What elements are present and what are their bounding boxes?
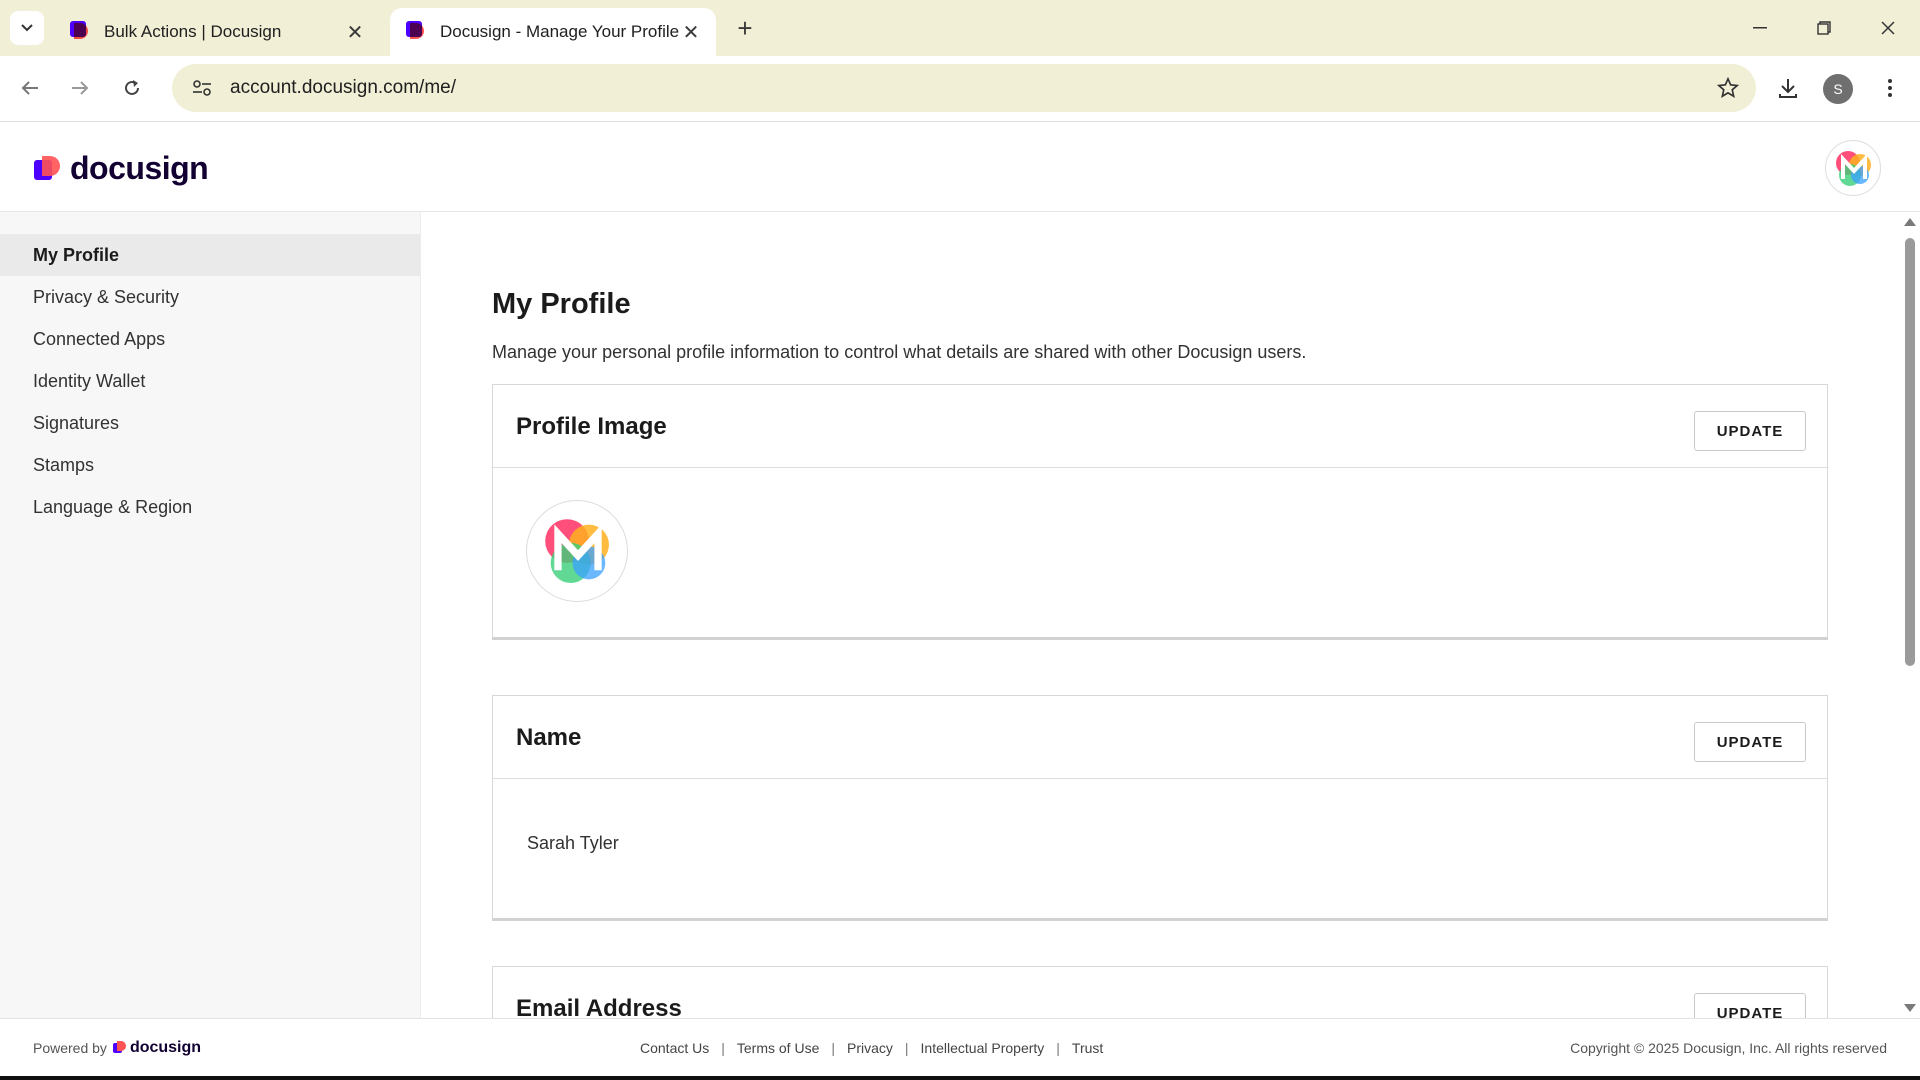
footer-link-privacy[interactable]: Privacy xyxy=(847,1040,893,1056)
site-settings-icon[interactable] xyxy=(182,79,222,97)
update-name-button[interactable]: UPDATE xyxy=(1694,722,1806,762)
browser-tab-bulk-actions[interactable]: Bulk Actions | Docusign ✕ xyxy=(54,8,380,56)
tab-title: Bulk Actions | Docusign xyxy=(104,22,282,41)
profile-image-card: Profile Image UPDATE xyxy=(492,384,1828,640)
sidebar: My Profile Privacy & Security Connected … xyxy=(0,212,421,1018)
address-bar[interactable]: account.docusign.com/me/ xyxy=(172,64,1756,112)
app-header: docusign xyxy=(0,122,1920,212)
footer-links: Contact Us | Terms of Use | Privacy | In… xyxy=(640,1040,1103,1056)
divider: | xyxy=(904,1040,909,1056)
chevron-down-icon xyxy=(21,24,33,32)
bookmark-star-icon[interactable] xyxy=(1708,77,1748,99)
logo-text: docusign xyxy=(70,150,209,186)
card-header: Email Address UPDATE xyxy=(493,967,1827,1018)
browser-profile-avatar[interactable]: S xyxy=(1823,74,1853,104)
m-avatar-icon xyxy=(1836,151,1871,186)
update-email-button[interactable]: UPDATE xyxy=(1694,993,1806,1018)
sidebar-item-privacy-security[interactable]: Privacy & Security xyxy=(0,276,420,318)
browser-tabstrip: Bulk Actions | Docusign ✕ Docusign - Man… xyxy=(0,0,1920,56)
forward-arrow-icon[interactable] xyxy=(62,70,98,106)
reload-icon[interactable] xyxy=(114,70,150,106)
close-icon[interactable]: ✕ xyxy=(680,20,702,45)
sidebar-item-identity-wallet[interactable]: Identity Wallet xyxy=(0,360,420,402)
scroll-down-arrow-icon[interactable] xyxy=(1904,1004,1916,1012)
url-text[interactable]: account.docusign.com/me/ xyxy=(230,77,1708,99)
docusign-favicon-icon xyxy=(68,21,90,43)
window-bottom-edge xyxy=(0,1076,1920,1080)
divider: | xyxy=(721,1040,725,1056)
tab-title: Docusign - Manage Your Profile xyxy=(440,22,680,41)
sidebar-item-stamps[interactable]: Stamps xyxy=(0,444,420,486)
card-header: Name UPDATE xyxy=(493,696,1827,779)
restore-icon[interactable] xyxy=(1802,10,1846,46)
browser-toolbar: account.docusign.com/me/ S xyxy=(0,56,1920,122)
main-content: My Profile Manage your personal profile … xyxy=(422,212,1900,1018)
powered-by: Powered by docusign xyxy=(33,1039,201,1057)
page-description: Manage your personal profile information… xyxy=(492,342,1307,362)
footer-link-contact-us[interactable]: Contact Us xyxy=(640,1040,709,1056)
docusign-logo-mark-icon xyxy=(112,1041,127,1055)
page-scrollbar[interactable] xyxy=(1900,212,1920,1018)
copyright-text: Copyright © 2025 Docusign, Inc. All righ… xyxy=(1570,1040,1887,1056)
browser-tab-manage-profile[interactable]: Docusign - Manage Your Profile ✕ xyxy=(390,8,716,56)
kebab-menu-icon[interactable] xyxy=(1872,70,1908,106)
sidebar-item-signatures[interactable]: Signatures xyxy=(0,402,420,444)
footer-link-trust[interactable]: Trust xyxy=(1072,1040,1103,1056)
docusign-logo[interactable]: docusign xyxy=(34,150,209,187)
card-title: Profile Image xyxy=(516,413,667,440)
sidebar-item-connected-apps[interactable]: Connected Apps xyxy=(0,318,420,360)
footer: Powered by docusign Contact Us | Terms o… xyxy=(0,1018,1920,1078)
card-title: Email Address xyxy=(516,995,682,1018)
sidebar-list: My Profile Privacy & Security Connected … xyxy=(0,212,420,528)
footer-link-intellectual-property[interactable]: Intellectual Property xyxy=(921,1040,1045,1056)
user-avatar[interactable] xyxy=(1825,140,1881,196)
close-icon[interactable]: ✕ xyxy=(344,20,366,45)
sidebar-item-language-region[interactable]: Language & Region xyxy=(0,486,420,528)
back-arrow-icon[interactable] xyxy=(12,70,48,106)
m-avatar-icon xyxy=(545,519,609,583)
powered-by-label: Powered by xyxy=(33,1040,107,1056)
card-title: Name xyxy=(516,724,582,751)
page-title: My Profile xyxy=(492,288,631,320)
footer-logo-text: docusign xyxy=(129,1039,202,1056)
email-card: Email Address UPDATE xyxy=(492,966,1828,1018)
name-value: Sarah Tyler xyxy=(527,833,619,853)
card-header: Profile Image UPDATE xyxy=(493,385,1827,468)
download-icon[interactable] xyxy=(1770,70,1806,106)
docusign-favicon-icon xyxy=(404,21,426,43)
scroll-up-arrow-icon[interactable] xyxy=(1904,218,1916,226)
divider: | xyxy=(831,1040,835,1056)
footer-docusign-logo: docusign xyxy=(112,1039,202,1057)
docusign-logo-mark-icon xyxy=(34,154,64,184)
profile-image xyxy=(526,500,628,602)
scroll-thumb[interactable] xyxy=(1905,238,1915,666)
name-card: Name UPDATE Sarah Tyler xyxy=(492,695,1828,921)
window-close-icon[interactable] xyxy=(1866,10,1910,46)
divider: | xyxy=(1056,1040,1060,1056)
new-tab-plus-icon[interactable]: + xyxy=(730,14,760,44)
minimize-icon[interactable] xyxy=(1738,10,1782,46)
tab-search-button[interactable] xyxy=(10,11,44,45)
sidebar-item-my-profile[interactable]: My Profile xyxy=(0,234,420,276)
footer-link-terms-of-use[interactable]: Terms of Use xyxy=(737,1040,819,1056)
update-profile-image-button[interactable]: UPDATE xyxy=(1694,411,1806,451)
